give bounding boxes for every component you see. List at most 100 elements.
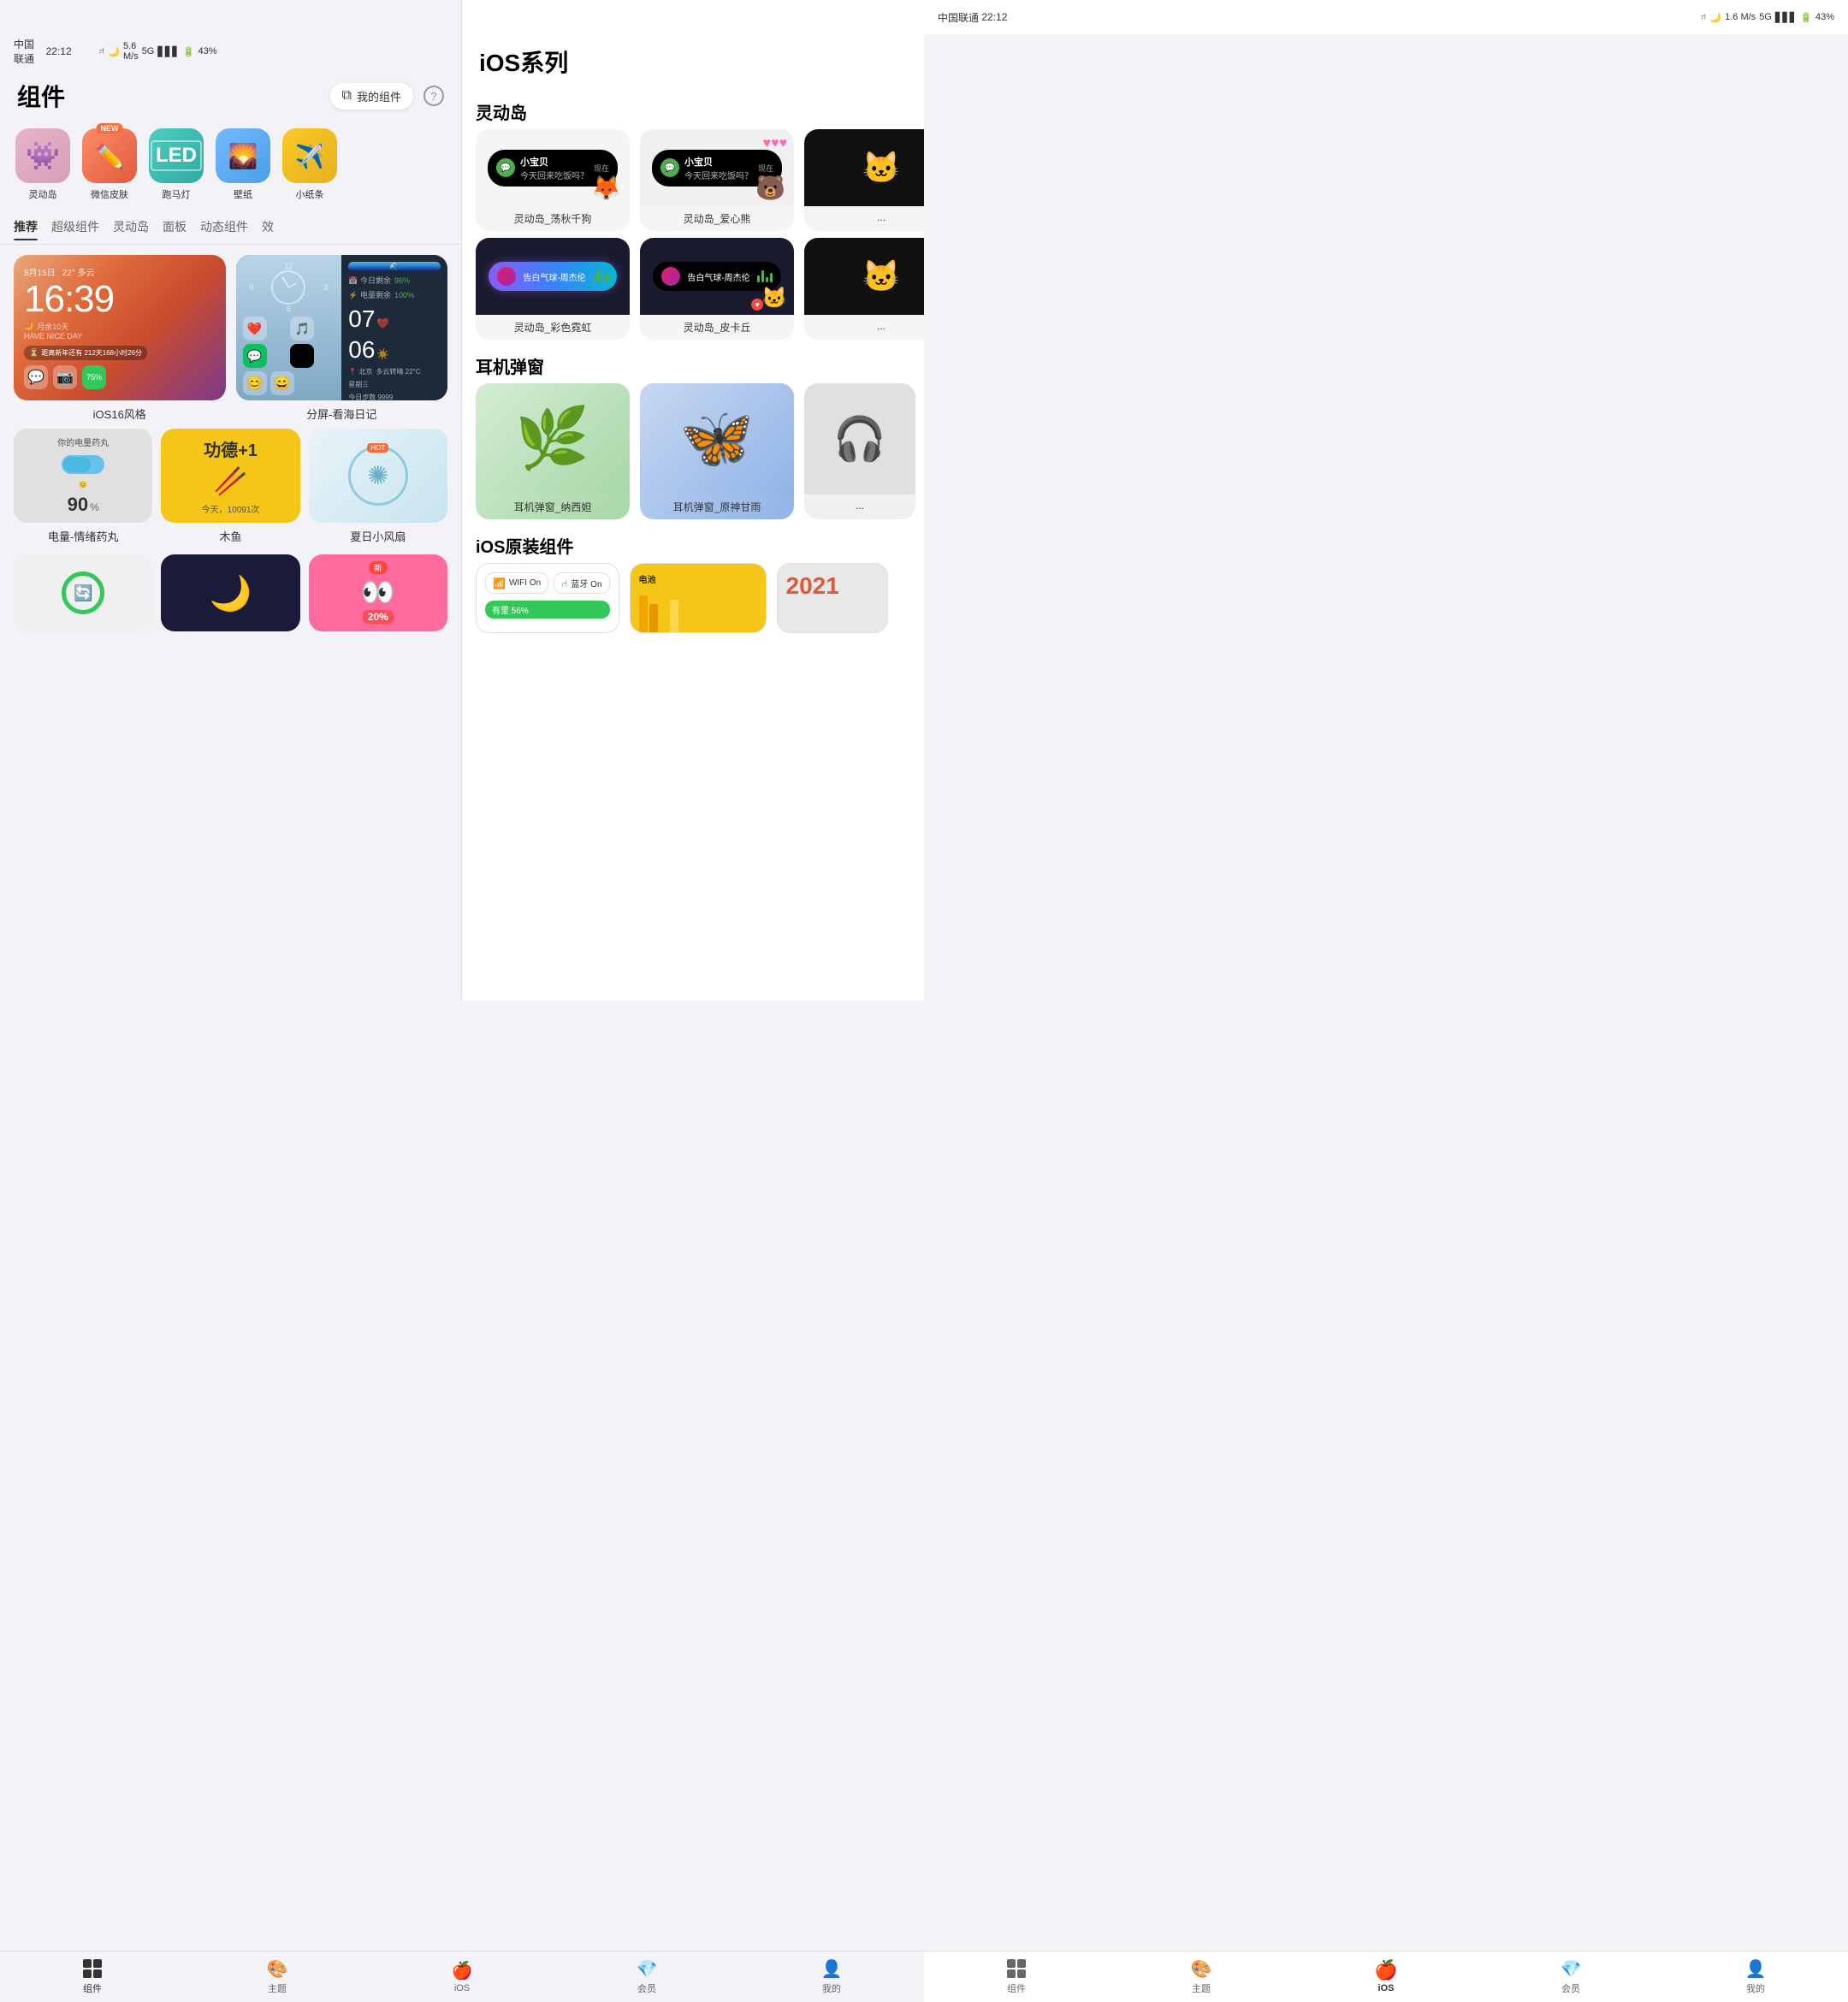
bear-sticker: 🐻 [755,174,785,202]
ios16-battery-pct: 75% [86,373,102,382]
fan-card-wrapper[interactable]: HOT ✺ 夏日小风扇 [309,429,447,544]
ios-native-wifi-card[interactable]: 📶 WIFI On ⑁ 蓝牙 On 有里 56% [476,563,619,633]
moon-sub-icon: 🌙 [24,322,33,331]
battery-label: ⚡ 电量剩余 [348,289,391,300]
wechat-label: 微信皮肤 [91,187,128,201]
widget-icon-led[interactable]: LED 跑马灯 [147,128,205,201]
ios16-weather: 22° 多云 [62,265,95,278]
my-widgets-button[interactable]: ⧉ 我的组件 [330,83,413,110]
left-panel: 中国联通 22:12 ⑁ 🌙 5.6 M/s 5G ▋▋▋ 🔋 43% 组件 ⧉… [0,0,462,1001]
lingdong-card-extra2[interactable]: 🐱 ... [804,238,924,340]
moon-icon-left: 🌙 [108,46,120,57]
small-widget-row: 你的电量药丸 😊 90 % 电量-情绪药丸 功德+1 [0,425,461,548]
new-widget-pct: 20% [363,610,394,624]
avatar-bear: 💬 [660,158,679,177]
split-card-wrapper[interactable]: 12 9 3 6 [236,255,448,422]
tab-super[interactable]: 超级组件 [51,213,99,240]
earphone-label-nahxida: 耳机弹窗_纳西妲 [476,495,630,519]
wallpaper-icon: 🌄 [228,142,258,170]
ios16-label: iOS16风格 [14,406,226,422]
split-sun: ☀️ [376,348,389,360]
lingdong-card-bear[interactable]: 💬 小宝贝 今天回来吃饭吗？ 现在 🐻 ♥♥♥ 灵动岛_爱心熊 [640,129,794,231]
split-heart2: ❤️ [376,317,389,329]
tab-panel[interactable]: 面板 [163,213,187,240]
battery-sub: % [90,501,99,513]
section-title-lingdong: 灵动岛 [462,92,924,129]
hearts-decoration: ♥♥♥ [763,136,788,151]
split-happy-icon: 😄 [270,371,294,395]
right-header: iOS系列 [462,34,924,92]
tab-super-label: 超级组件 [51,220,99,234]
lingdong-inner-extra: 🐱 ♥ [804,129,924,206]
green-label: 有里 56% [492,607,529,616]
sea-image: 🌊 [348,262,441,271]
earphone-label-extra: ... [804,495,915,517]
lingdong-card-rainbow[interactable]: 告白气球-周杰伦 灵动岛_彩色霓虹 [476,238,630,340]
lingdong-card-extra[interactable]: 🐱 ♥ ... [804,129,924,231]
bt-icon: ⑁ [561,578,567,589]
signal-bars-left: ▋▋▋ [157,46,179,57]
split-smile-icon: 😊 [243,371,267,395]
carrier-left: 中国联通 [14,37,43,66]
section-title-earphone: 耳机弹窗 [462,346,924,383]
avatar-qiuqiu: 💬 [496,158,515,177]
pill-name-qiuqiu: 小宝贝 [520,155,589,169]
tab-effect[interactable]: 效 [262,213,274,240]
widget-icon-lingdong[interactable]: 👾 灵动岛 [14,128,72,201]
nav-tabs: 推荐 超级组件 灵动岛 面板 动态组件 效 [0,210,461,245]
pill-msg-qiuqiu: 今天回来吃饭吗？ [520,169,589,181]
lingdong-inner-bear: 💬 小宝贝 今天回来吃饭吗？ 现在 🐻 ♥♥♥ [640,129,794,206]
tab-lingdong[interactable]: 灵动岛 [113,213,149,240]
tab-effect-label: 效 [262,220,274,234]
battery-card-wrapper[interactable]: 你的电量药丸 😊 90 % 电量-情绪药丸 [14,429,152,544]
new-widget-item[interactable]: 新 👀 20% [309,554,447,631]
ios16-card-wrapper[interactable]: 8月15日 22° 多云 16:39 🌙 月余10天 HAVE NICE DAY… [14,255,226,422]
battery-bars-visual [639,595,757,633]
ganyu-character: 🦋 [679,404,754,474]
earphone-card-extra[interactable]: 🎧 ... [804,383,915,519]
ios16-sub1: 月余10天 [37,321,68,332]
widget-icon-wallpaper[interactable]: 🌄 壁纸 [214,128,272,201]
muyu-icon: 🥢 [214,465,248,497]
ios-native-inner-date: 2021 [778,564,887,632]
wechat-app-icon: 💬 [24,365,48,389]
date-year: 2021 [786,572,879,600]
muyu-label: 木鱼 [161,528,299,544]
moon-widget[interactable]: 🌙 [161,554,299,631]
widget-icon-wechat[interactable]: NEW ✏️ 微信皮肤 [80,128,139,201]
split-music-icon: 🎵 [290,317,314,341]
ios-native-date-card[interactable]: 2021 [777,563,888,633]
bluetooth-icon-left: ⑁ [99,46,105,56]
battery-pill [62,455,104,474]
lingdong-label: 灵动岛 [29,187,57,201]
tab-recommended[interactable]: 推荐 [14,213,38,240]
earphone-card-ganyu[interactable]: 🦋 耳机弹窗_原神甘雨 [640,383,794,519]
tab-lingdong-label: 灵动岛 [113,220,149,234]
lingdong-card-pikachu[interactable]: 告白气球-周杰伦 🐱 ♥ 灵动岛_皮卡丘 [640,238,794,340]
green-pill: 有里 56% [485,601,610,619]
muyu-plus: 功德+1 [204,436,258,461]
lingdong-card-qiuqiu[interactable]: 💬 小宝贝 今天回来吃饭吗？ 现在 🦊 灵动岛_荡秋千狗 [476,129,630,231]
bottom-partial-row: 🔄 🌙 新 👀 20% [0,551,461,635]
rainbow-pill: 告白气球-周杰伦 [489,262,616,291]
help-button[interactable]: ? [424,86,444,106]
lingdong-icon: 👾 [26,139,60,172]
ios16-sub2: HAVE NICE DAY [24,332,216,341]
muyu-card-wrapper[interactable]: 功德+1 🥢 今天，10091次 木鱼 [161,429,299,544]
cat2-icon: 🐱 [862,258,901,294]
ios16-countdown: 距离新年还有 212天168小时26分 [41,348,142,358]
tab-dynamic[interactable]: 动态组件 [200,213,248,240]
ring-widget[interactable]: 🔄 [14,554,152,631]
widget-icon-note[interactable]: ✈️ 小纸条 [281,128,339,201]
lingdong-row1: 💬 小宝贝 今天回来吃饭吗？ 现在 🦊 灵动岛_荡秋千狗 💬 [462,129,924,238]
tab-recommended-label: 推荐 [14,220,38,234]
fan-widget: HOT ✺ [309,429,447,523]
status-bar-left: 中国联通 22:12 [0,37,86,66]
earphone-card-nahxida[interactable]: 🌿 耳机弹窗_纳西妲 [476,383,630,519]
led-label: 跑马灯 [163,187,191,201]
bt-pill: ⑁ 蓝牙 On [554,572,609,594]
battery-left: 🔋 [183,46,195,57]
note-icon: ✈️ [295,142,325,170]
ios-native-battery-card[interactable]: 电池 [630,563,767,633]
wifi-bt-row: 📶 WIFI On ⑁ 蓝牙 On [485,572,610,594]
